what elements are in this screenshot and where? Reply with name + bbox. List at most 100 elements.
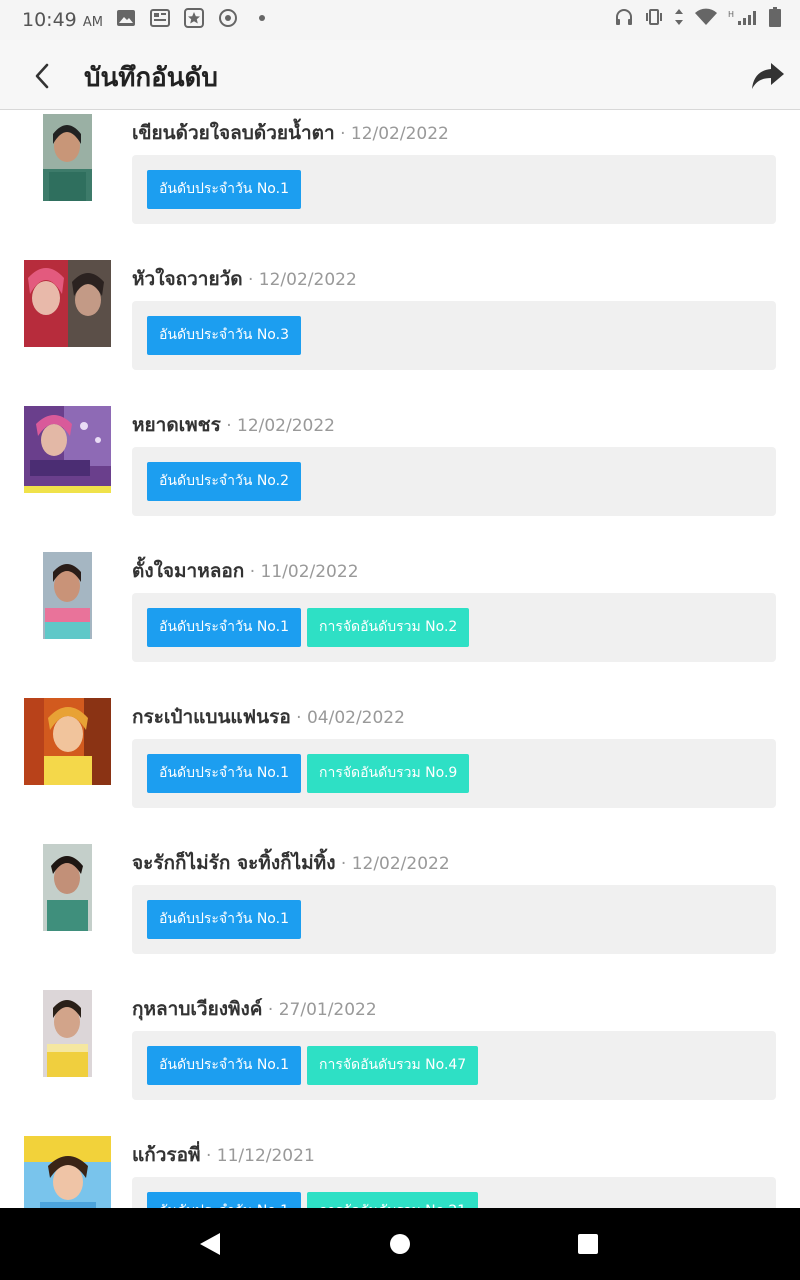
rank-date: · 11/12/2021 bbox=[200, 1146, 315, 1166]
rank-date: · 12/02/2022 bbox=[242, 270, 357, 290]
song-cover-image[interactable] bbox=[24, 260, 111, 347]
rank-box: อันดับประจำวัน No.1 การจัดอันดับรวม No.2… bbox=[132, 1177, 776, 1208]
rank-tags: อันดับประจำวัน No.2 bbox=[147, 462, 301, 501]
rank-box: อันดับประจำวัน No.3 bbox=[132, 301, 776, 370]
list-item[interactable]: กุหลาบเวียงพิงค์ · 27/01/2022 อันดับประจ… bbox=[0, 986, 800, 1132]
song-header: เขียนด้วยใจลบด้วยน้ำตา · 12/02/2022 bbox=[132, 118, 449, 148]
data-transfer-icon bbox=[674, 7, 684, 27]
song-title[interactable]: แก้วรอพี่ bbox=[132, 1144, 201, 1166]
nav-recents-square-icon bbox=[577, 1233, 599, 1255]
song-cover-image[interactable] bbox=[43, 990, 92, 1077]
image-icon bbox=[116, 8, 136, 28]
rank-box: อันดับประจำวัน No.1 การจัดอันดับรวม No.9 bbox=[132, 739, 776, 808]
notification-icons bbox=[116, 8, 272, 28]
overall-rank-badge: การจัดอันดับรวม No.47 bbox=[306, 1046, 479, 1085]
rank-box: อันดับประจำวัน No.1 bbox=[132, 155, 776, 224]
news-icon bbox=[150, 8, 170, 28]
rank-tags: อันดับประจำวัน No.1 bbox=[147, 900, 301, 939]
signal-icon: H bbox=[728, 7, 758, 27]
song-header: หยาดเพชร · 12/02/2022 bbox=[132, 410, 335, 440]
share-arrow-icon bbox=[751, 62, 785, 90]
rank-box: อันดับประจำวัน No.1 การจัดอันดับรวม No.2 bbox=[132, 593, 776, 662]
song-header: ตั้งใจมาหลอก · 11/02/2022 bbox=[132, 556, 359, 586]
rank-date: · 04/02/2022 bbox=[290, 708, 405, 728]
headset-icon bbox=[614, 7, 634, 27]
song-cover-image[interactable] bbox=[24, 406, 111, 493]
song-cover-image[interactable] bbox=[43, 552, 92, 639]
rank-tags: อันดับประจำวัน No.1 การจัดอันดับรวม No.2… bbox=[147, 1192, 479, 1208]
daily-rank-badge: อันดับประจำวัน No.1 bbox=[147, 170, 301, 209]
song-title[interactable]: จะรักก็ไม่รัก จะทิ้งก็ไม่ทิ้ง bbox=[132, 852, 335, 874]
wifi-icon bbox=[694, 7, 718, 27]
star-app-icon bbox=[184, 8, 204, 28]
song-cover-image[interactable] bbox=[24, 1136, 111, 1208]
nav-back-triangle-icon bbox=[199, 1232, 221, 1256]
song-title[interactable]: กุหลาบเวียงพิงค์ bbox=[132, 998, 263, 1020]
rank-tags: อันดับประจำวัน No.1 การจัดอันดับรวม No.4… bbox=[147, 1046, 479, 1085]
system-icons: H bbox=[614, 7, 782, 27]
back-button[interactable] bbox=[22, 56, 62, 96]
list-item[interactable]: ตั้งใจมาหลอก · 11/02/2022 อันดับประจำวัน… bbox=[0, 548, 800, 694]
list-item[interactable]: หัวใจถวายวัด · 12/02/2022 อันดับประจำวัน… bbox=[0, 256, 800, 402]
network-type-label: H bbox=[728, 10, 734, 19]
song-header: หัวใจถวายวัด · 12/02/2022 bbox=[132, 264, 357, 294]
app-bar: บันทึกอันดับ bbox=[0, 40, 800, 110]
nav-back-button[interactable] bbox=[190, 1224, 230, 1264]
song-cover-image[interactable] bbox=[24, 698, 111, 785]
chrome-icon bbox=[218, 8, 238, 28]
nav-home-button[interactable] bbox=[380, 1224, 420, 1264]
daily-rank-badge: อันดับประจำวัน No.3 bbox=[147, 316, 301, 355]
song-header: จะรักก็ไม่รัก จะทิ้งก็ไม่ทิ้ง · 12/02/20… bbox=[132, 848, 450, 878]
song-title[interactable]: ตั้งใจมาหลอก bbox=[132, 560, 244, 582]
song-title[interactable]: เขียนด้วยใจลบด้วยน้ำตา bbox=[132, 122, 335, 144]
rank-tags: อันดับประจำวัน No.1 การจัดอันดับรวม No.2 bbox=[147, 608, 470, 647]
status-time: 10:49 AM bbox=[22, 9, 103, 31]
nav-recents-button[interactable] bbox=[568, 1224, 608, 1264]
song-cover-image[interactable] bbox=[43, 844, 92, 931]
list-item[interactable]: กระเป๋าแบนแฟนรอ · 04/02/2022 อันดับประจำ… bbox=[0, 694, 800, 840]
rank-tags: อันดับประจำวัน No.1 bbox=[147, 170, 301, 209]
song-title[interactable]: หัวใจถวายวัด bbox=[132, 268, 243, 290]
overall-rank-badge: การจัดอันดับรวม No.9 bbox=[306, 754, 470, 793]
list-item[interactable]: เขียนด้วยใจลบด้วยน้ำตา · 12/02/2022 อันด… bbox=[0, 110, 800, 256]
page-title: บันทึกอันดับ bbox=[84, 63, 218, 93]
status-time-ampm: AM bbox=[82, 15, 103, 30]
system-nav-bar bbox=[0, 1208, 800, 1280]
rank-date: · 11/02/2022 bbox=[244, 562, 359, 582]
song-header: กุหลาบเวียงพิงค์ · 27/01/2022 bbox=[132, 994, 377, 1024]
status-bar: 10:49 AM H bbox=[0, 0, 800, 40]
list-item[interactable]: แก้วรอพี่ · 11/12/2021 อันดับประจำวัน No… bbox=[0, 1132, 800, 1208]
vibrate-icon bbox=[644, 7, 664, 27]
list-item[interactable]: หยาดเพชร · 12/02/2022 อันดับประจำวัน No.… bbox=[0, 402, 800, 548]
ranking-history-list[interactable]: เขียนด้วยใจลบด้วยน้ำตา · 12/02/2022 อันด… bbox=[0, 110, 800, 1208]
rank-box: อันดับประจำวัน No.1 bbox=[132, 885, 776, 954]
share-button[interactable] bbox=[746, 54, 790, 98]
list-item[interactable]: จะรักก็ไม่รัก จะทิ้งก็ไม่ทิ้ง · 12/02/20… bbox=[0, 840, 800, 986]
daily-rank-badge: อันดับประจำวัน No.1 bbox=[147, 754, 301, 793]
rank-tags: อันดับประจำวัน No.1 การจัดอันดับรวม No.9 bbox=[147, 754, 470, 793]
song-header: แก้วรอพี่ · 11/12/2021 bbox=[132, 1140, 315, 1170]
rank-date: · 27/01/2022 bbox=[262, 1000, 377, 1020]
rank-date: · 12/02/2022 bbox=[335, 854, 450, 874]
battery-icon bbox=[768, 7, 782, 27]
rank-tags: อันดับประจำวัน No.3 bbox=[147, 316, 301, 355]
back-arrow-icon bbox=[32, 62, 52, 90]
song-cover-image[interactable] bbox=[43, 114, 92, 201]
rank-box: อันดับประจำวัน No.2 bbox=[132, 447, 776, 516]
daily-rank-badge: อันดับประจำวัน No.1 bbox=[147, 900, 301, 939]
daily-rank-badge: อันดับประจำวัน No.1 bbox=[147, 1046, 301, 1085]
overall-rank-badge: การจัดอันดับรวม No.21 bbox=[306, 1192, 479, 1208]
overall-rank-badge: การจัดอันดับรวม No.2 bbox=[306, 608, 470, 647]
daily-rank-badge: อันดับประจำวัน No.1 bbox=[147, 1192, 301, 1208]
more-notifications-dot-icon bbox=[252, 8, 272, 28]
rank-date: · 12/02/2022 bbox=[334, 124, 449, 144]
status-time-value: 10:49 bbox=[22, 9, 77, 31]
song-title[interactable]: กระเป๋าแบนแฟนรอ bbox=[132, 706, 291, 728]
daily-rank-badge: อันดับประจำวัน No.1 bbox=[147, 608, 301, 647]
song-header: กระเป๋าแบนแฟนรอ · 04/02/2022 bbox=[132, 702, 405, 732]
rank-date: · 12/02/2022 bbox=[220, 416, 335, 436]
daily-rank-badge: อันดับประจำวัน No.2 bbox=[147, 462, 301, 501]
song-title[interactable]: หยาดเพชร bbox=[132, 414, 221, 436]
rank-box: อันดับประจำวัน No.1 การจัดอันดับรวม No.4… bbox=[132, 1031, 776, 1100]
nav-home-circle-icon bbox=[389, 1233, 411, 1255]
